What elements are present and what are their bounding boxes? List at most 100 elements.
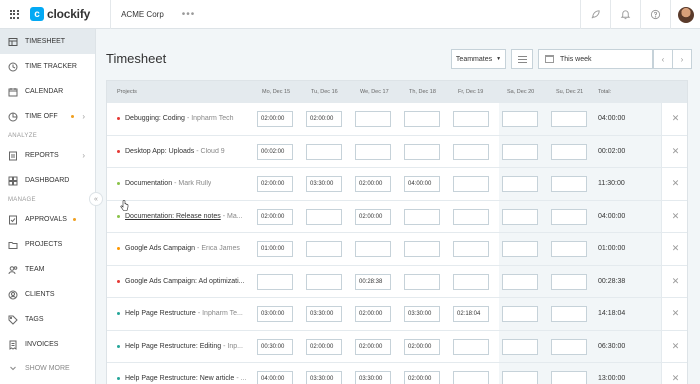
- time-entry-input[interactable]: [453, 338, 489, 355]
- time-entry-input[interactable]: [453, 111, 489, 127]
- time-entry-input[interactable]: [306, 143, 342, 160]
- time-entry-input[interactable]: [551, 208, 587, 225]
- time-entry-input[interactable]: [257, 273, 293, 290]
- time-entry-input[interactable]: [355, 111, 391, 127]
- time-entry-input[interactable]: [551, 241, 587, 257]
- time-entry-input[interactable]: [404, 241, 440, 257]
- remove-row-close-icon[interactable]: ✕: [661, 233, 687, 265]
- sidebar-item-invoices[interactable]: INVOICES: [0, 332, 95, 357]
- remove-row-close-icon[interactable]: ✕: [661, 168, 687, 200]
- project-cell[interactable]: Google Ads Campaign - Erica James: [117, 233, 255, 265]
- remove-row-close-icon[interactable]: ✕: [661, 103, 687, 135]
- bell-icon[interactable]: [610, 0, 640, 29]
- time-entry-input[interactable]: 04:00:00: [404, 176, 440, 192]
- time-entry-input[interactable]: [502, 176, 538, 192]
- time-entry-input[interactable]: [453, 143, 489, 160]
- remove-row-close-icon[interactable]: ✕: [661, 330, 687, 362]
- rocket-icon[interactable]: [580, 0, 610, 29]
- time-entry-input[interactable]: [502, 306, 538, 322]
- remove-row-close-icon[interactable]: ✕: [661, 135, 687, 167]
- time-entry-input[interactable]: [453, 176, 489, 192]
- help-icon[interactable]: [640, 0, 670, 29]
- time-entry-input[interactable]: 00:02:00: [257, 143, 293, 160]
- project-cell[interactable]: Google Ads Campaign: Ad optimizati...: [117, 266, 255, 298]
- time-entry-input[interactable]: [502, 111, 538, 127]
- remove-row-close-icon[interactable]: ✕: [661, 200, 687, 232]
- time-entry-input[interactable]: [306, 273, 342, 290]
- sidebar-item-time-tracker[interactable]: TIME TRACKER: [0, 54, 95, 79]
- time-entry-input[interactable]: 03:30:00: [404, 306, 440, 322]
- time-entry-input[interactable]: 02:00:00: [257, 176, 293, 192]
- time-entry-input[interactable]: [355, 241, 391, 257]
- project-cell[interactable]: Help Page Restructure: Editing - Inp...: [117, 331, 255, 363]
- time-entry-input[interactable]: 02:00:00: [257, 208, 293, 225]
- list-view-button[interactable]: [511, 49, 533, 69]
- project-cell[interactable]: Debugging: Coding - Inpharm Tech: [117, 103, 255, 135]
- time-entry-input[interactable]: 04:00:00: [257, 371, 293, 384]
- time-entry-input[interactable]: [551, 176, 587, 192]
- project-cell[interactable]: Help Page Restructure: New article - ...: [117, 363, 255, 384]
- app-logo[interactable]: c clockify: [30, 7, 90, 21]
- time-entry-input[interactable]: 03:30:00: [355, 371, 391, 384]
- time-entry-input[interactable]: [355, 143, 391, 160]
- time-entry-input[interactable]: 02:00:00: [355, 338, 391, 355]
- time-entry-input[interactable]: [551, 306, 587, 322]
- time-entry-input[interactable]: 02:00:00: [404, 338, 440, 355]
- time-entry-input[interactable]: 03:00:00: [257, 306, 293, 322]
- time-entry-input[interactable]: [551, 143, 587, 160]
- time-entry-input[interactable]: [551, 371, 587, 384]
- week-picker[interactable]: This week: [538, 49, 653, 69]
- project-cell[interactable]: Documentation: Release notes - Ma...: [117, 201, 255, 233]
- time-entry-input[interactable]: 02:00:00: [355, 176, 391, 192]
- sidebar-item-tags[interactable]: TAGS: [0, 307, 95, 332]
- time-entry-input[interactable]: [502, 143, 538, 160]
- sidebar-item-calendar[interactable]: CALENDAR: [0, 79, 95, 104]
- time-entry-input[interactable]: [404, 143, 440, 160]
- sidebar-item-time-off[interactable]: TIME OFF ›: [0, 104, 95, 129]
- sidebar-item-approvals[interactable]: APPROVALS: [0, 207, 95, 232]
- time-entry-input[interactable]: [551, 273, 587, 290]
- time-entry-input[interactable]: [453, 241, 489, 257]
- time-entry-input[interactable]: [502, 371, 538, 384]
- sidebar-show-more[interactable]: SHOW MORE: [0, 357, 95, 379]
- sidebar-item-team[interactable]: TEAM: [0, 257, 95, 282]
- time-entry-input[interactable]: 02:00:00: [404, 371, 440, 384]
- time-entry-input[interactable]: [502, 273, 538, 290]
- time-entry-input[interactable]: [551, 111, 587, 127]
- time-entry-input[interactable]: [306, 208, 342, 225]
- time-entry-input[interactable]: [502, 208, 538, 225]
- remove-row-close-icon[interactable]: ✕: [661, 298, 687, 330]
- time-entry-input[interactable]: 03:30:00: [306, 176, 342, 192]
- time-entry-input[interactable]: [453, 273, 489, 290]
- workspace-switcher[interactable]: ACME Corp •••: [110, 0, 195, 29]
- time-entry-input[interactable]: 03:30:00: [306, 371, 342, 384]
- remove-row-close-icon[interactable]: ✕: [661, 265, 687, 297]
- workspace-more-icon[interactable]: •••: [182, 9, 196, 20]
- time-entry-input[interactable]: 02:00:00: [306, 338, 342, 355]
- apps-grid-icon[interactable]: [0, 0, 28, 29]
- time-entry-input[interactable]: 02:18:04: [453, 306, 489, 322]
- time-entry-input[interactable]: [306, 241, 342, 257]
- time-entry-input[interactable]: [502, 338, 538, 355]
- time-entry-input[interactable]: [404, 208, 440, 225]
- time-entry-input[interactable]: [502, 241, 538, 257]
- time-entry-input[interactable]: 02:00:00: [306, 111, 342, 127]
- next-week-button[interactable]: ›: [672, 49, 692, 69]
- time-entry-input[interactable]: [551, 338, 587, 355]
- previous-week-button[interactable]: ‹: [653, 49, 673, 69]
- sidebar-item-dashboard[interactable]: DASHBOARD: [0, 168, 95, 193]
- sidebar-item-reports[interactable]: REPORTS ›: [0, 143, 95, 168]
- time-entry-input[interactable]: [404, 111, 440, 127]
- time-entry-input[interactable]: 03:30:00: [306, 306, 342, 322]
- time-entry-input[interactable]: 02:00:00: [257, 111, 293, 127]
- collapse-sidebar-button[interactable]: «: [89, 192, 103, 206]
- sidebar-item-timesheet[interactable]: TIMESHEET: [0, 29, 95, 54]
- time-entry-input[interactable]: 01:00:00: [257, 241, 293, 257]
- project-cell[interactable]: Documentation - Mark Rully: [117, 168, 255, 200]
- time-entry-input[interactable]: [404, 273, 440, 290]
- time-entry-input[interactable]: [453, 208, 489, 225]
- time-entry-input[interactable]: 00:28:38: [355, 273, 391, 290]
- project-cell[interactable]: Help Page Restructure - Inpharm Te...: [117, 298, 255, 330]
- time-entry-input[interactable]: 02:00:00: [355, 208, 391, 225]
- project-cell[interactable]: Desktop App: Uploads - Cloud 9: [117, 136, 255, 168]
